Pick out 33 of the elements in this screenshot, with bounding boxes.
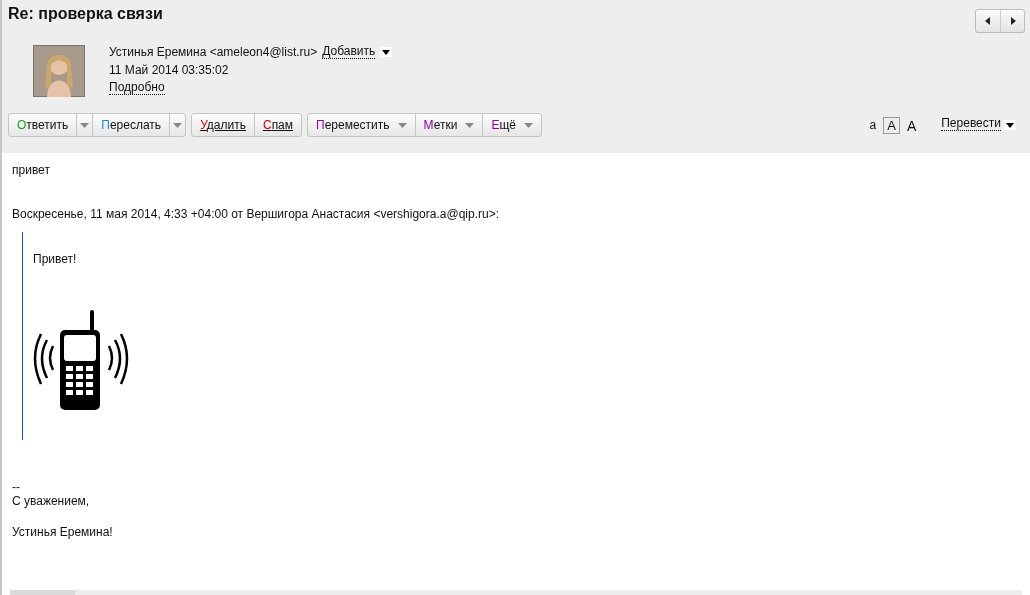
- caret-icon: [80, 122, 90, 128]
- right-triangle-icon: [1009, 17, 1016, 25]
- quoted-text: Привет!: [33, 252, 78, 266]
- signature-line: Устинья Еремина!: [12, 525, 114, 539]
- font-size-button[interactable]: А: [883, 116, 900, 134]
- dropdown-icon[interactable]: [1004, 120, 1016, 130]
- message-date: 11 Май 2014 03:35:02: [109, 63, 230, 77]
- add-contact-link[interactable]: Добавить: [322, 45, 376, 59]
- message-text: привет: [12, 163, 51, 177]
- sender-address: Устинья Еремина <ameleon4@list.ru>: [109, 45, 318, 59]
- scrollbar-thumb[interactable]: [10, 590, 75, 595]
- signature-line: --: [12, 480, 21, 494]
- caret-icon: [524, 122, 533, 128]
- toolbar-button[interactable]: Спам: [253, 114, 302, 136]
- dropdown-icon[interactable]: [380, 47, 393, 57]
- toolbar-button[interactable]: Переслать: [92, 114, 170, 136]
- toolbar-button[interactable]: Ответить: [9, 114, 77, 136]
- signature-line: С уважением,: [12, 494, 91, 508]
- font-size-button[interactable]: А: [902, 116, 921, 134]
- details-link[interactable]: Подробно: [109, 81, 165, 95]
- font-size-button[interactable]: а: [865, 116, 881, 134]
- caret-icon: [397, 122, 407, 128]
- caret-icon: [465, 122, 475, 128]
- avatar: [33, 45, 85, 97]
- toolbar-button[interactable]: Удалить: [192, 114, 254, 136]
- toolbar-button[interactable]: Метки: [414, 114, 483, 136]
- caret-icon: [173, 122, 183, 128]
- message-subject: Re: проверка связи: [8, 5, 163, 23]
- quote-header: Воскресенье, 11 мая 2014, 4:33 +04:00 от Вершигора Анастасия <vershigora.a@qip.ru>:: [12, 207, 500, 221]
- translate-link[interactable]: Перевести: [941, 116, 1001, 131]
- left-triangle-icon: [985, 17, 991, 25]
- toolbar-button[interactable]: Переместить: [308, 114, 415, 136]
- toolbar-button[interactable]: Ещё: [482, 114, 541, 136]
